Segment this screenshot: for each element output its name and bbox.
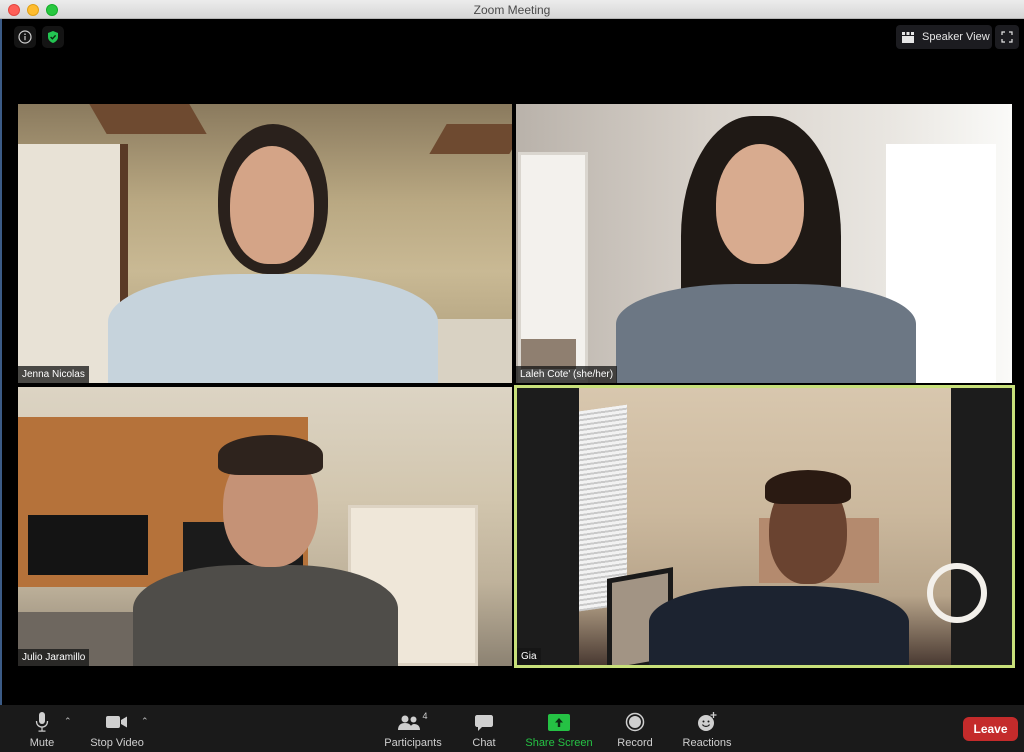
video-options-caret[interactable]: ⌃ — [141, 716, 149, 727]
window-edge — [0, 19, 2, 752]
participant-face — [716, 144, 804, 264]
participant-count: 4 — [422, 711, 428, 721]
mute-button[interactable]: Mute — [22, 705, 62, 752]
stop-video-label: Stop Video — [90, 737, 144, 749]
grid-icon — [902, 31, 914, 43]
record-label: Record — [617, 737, 653, 749]
participant-name-label: Laleh Cote' (she/her) — [516, 366, 618, 383]
info-icon — [18, 30, 32, 44]
meeting-info-button[interactable] — [14, 26, 36, 48]
window-titlebar: Zoom Meeting — [0, 0, 1024, 19]
mute-label: Mute — [29, 737, 55, 749]
video-feed — [579, 388, 987, 665]
chat-label: Chat — [472, 737, 496, 749]
speaker-view-button[interactable]: Speaker View — [896, 25, 992, 49]
box — [521, 339, 576, 369]
video-tile-julio[interactable]: Julio Jaramillo — [18, 387, 512, 666]
wall-beam — [429, 124, 512, 154]
participant-hair — [218, 435, 323, 475]
video-camera-icon — [106, 716, 127, 728]
participant-name-label: Jenna Nicolas — [18, 366, 89, 383]
record-icon — [625, 712, 645, 732]
chat-bubble-icon — [475, 714, 493, 731]
reactions-label: Reactions — [682, 737, 732, 749]
participants-label: Participants — [384, 737, 442, 749]
share-up-arrow-icon — [548, 713, 570, 731]
participant-body — [649, 586, 909, 665]
record-button[interactable]: Record — [614, 705, 656, 752]
chat-button[interactable]: Chat — [468, 705, 500, 752]
share-screen-button[interactable]: Share Screen — [524, 705, 594, 752]
fullscreen-button[interactable] — [995, 25, 1019, 49]
participant-body — [108, 274, 438, 383]
fullscreen-icon — [1001, 31, 1013, 43]
participant-body — [616, 284, 916, 383]
participant-hair — [765, 470, 851, 504]
participants-button[interactable]: 4 Participants — [382, 705, 444, 752]
microphone-icon — [35, 712, 49, 732]
security-button[interactable] — [42, 26, 64, 48]
stop-video-button[interactable]: Stop Video — [86, 705, 148, 752]
participant-name-label: Julio Jaramillo — [18, 649, 90, 666]
reactions-button[interactable]: Reactions — [680, 705, 734, 752]
participant-name-label: Gia — [517, 648, 541, 665]
participant-face — [230, 146, 314, 264]
shield-check-icon — [48, 31, 58, 43]
microwave — [28, 515, 148, 575]
video-tile-laleh[interactable]: Laleh Cote' (she/her) — [516, 104, 1012, 383]
ring-light — [927, 563, 987, 623]
smiley-plus-icon — [698, 712, 717, 731]
window-title: Zoom Meeting — [473, 3, 551, 17]
share-screen-label: Share Screen — [525, 737, 593, 749]
audio-options-caret[interactable]: ⌃ — [64, 716, 72, 727]
leave-meeting-button[interactable]: Leave — [963, 717, 1018, 741]
meeting-toolbar: Mute ⌃ Stop Video ⌃ 4 Participants Chat … — [0, 705, 1024, 752]
video-tile-gia-active-speaker[interactable]: Gia — [514, 385, 1015, 668]
speaker-view-label: Speaker View — [922, 31, 990, 43]
people-icon — [398, 715, 421, 730]
video-tile-jenna[interactable]: Jenna Nicolas — [18, 104, 512, 383]
wall-beam — [89, 104, 207, 134]
participant-body — [133, 565, 398, 666]
